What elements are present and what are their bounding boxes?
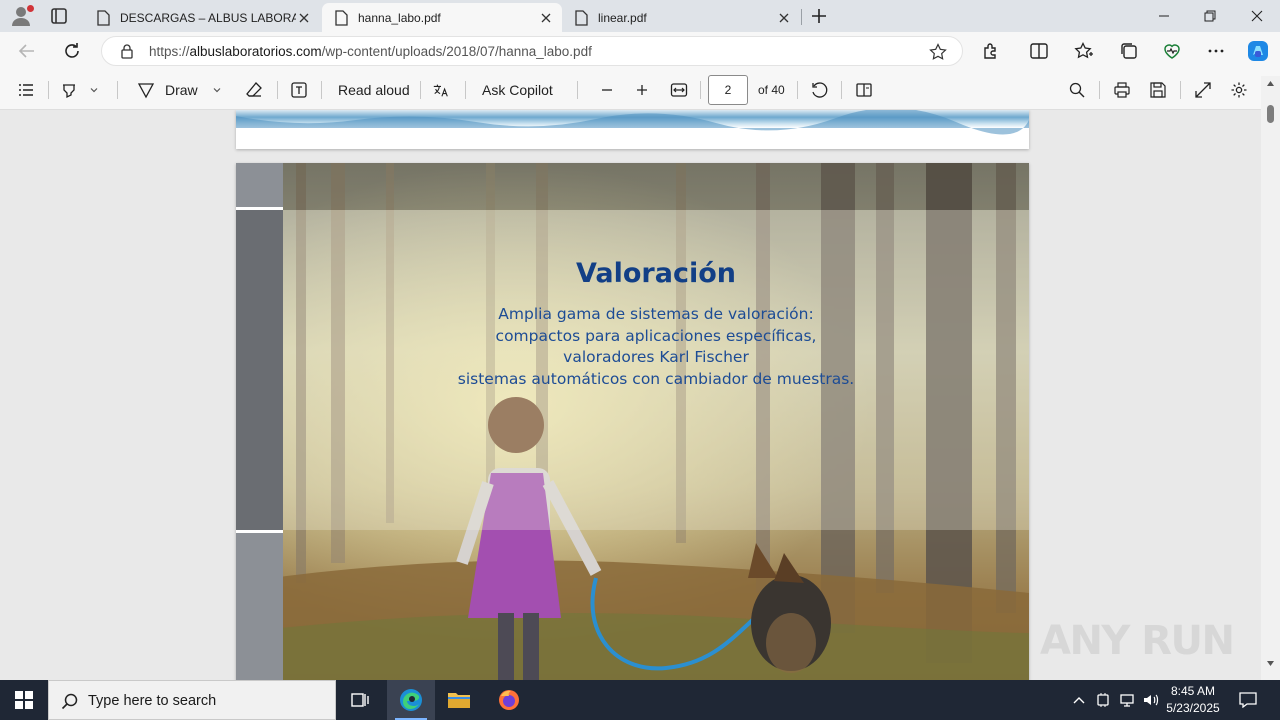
watermark-text: ANY RUN <box>1040 618 1235 664</box>
page-view-icon[interactable] <box>855 70 873 110</box>
contents-icon[interactable] <box>17 70 35 110</box>
chevron-up-icon[interactable] <box>1068 680 1090 720</box>
network-icon[interactable] <box>1116 680 1138 720</box>
translate-icon[interactable] <box>432 70 450 110</box>
copilot-icon[interactable] <box>1246 39 1270 63</box>
windows-start-icon[interactable] <box>0 680 48 720</box>
taskbar-search[interactable]: Type here to search <box>48 680 336 720</box>
tab-actions-icon[interactable] <box>48 6 70 26</box>
read-aloud-label: Read aloud <box>338 82 410 98</box>
tab-title: hanna_labo.pdf <box>358 10 441 25</box>
highlight-icon[interactable] <box>60 70 78 110</box>
draw-icon <box>137 83 155 99</box>
rotate-icon[interactable] <box>810 70 828 110</box>
body-line: sistemas automáticos con cambiador de mu… <box>457 369 855 388</box>
minimize-icon[interactable] <box>1141 0 1187 32</box>
more-icon[interactable] <box>1206 41 1226 61</box>
page-total: of 40 <box>758 83 785 97</box>
close-icon[interactable] <box>538 10 554 26</box>
url-scheme: https:// <box>149 44 190 59</box>
read-aloud-button[interactable]: Read aloud <box>338 70 410 110</box>
pdf-viewer[interactable]: Valoración Amplia gama de sistemas de va… <box>0 110 1261 680</box>
url-host: albuslaboratorios.com <box>189 44 322 59</box>
extensions-icon[interactable] <box>981 41 1001 61</box>
device-icon[interactable] <box>1094 680 1112 720</box>
clock-time: 8:45 AM <box>1170 684 1216 698</box>
profile-icon[interactable] <box>10 5 34 27</box>
pdf-page-2: Valoración Amplia gama de sistemas de va… <box>236 163 1029 680</box>
volume-icon[interactable] <box>1140 680 1162 720</box>
search-placeholder: Type here to search <box>88 693 217 709</box>
document-icon <box>97 9 110 26</box>
ask-copilot-button[interactable]: Ask Copilot <box>482 70 553 110</box>
body-line: compactos para aplicaciones específicas, <box>495 326 817 345</box>
close-icon[interactable] <box>1234 0 1280 32</box>
pdf-toolbar: Draw Read aloud Ask Copilot of 40 <box>0 70 1280 110</box>
settings-icon[interactable] <box>1230 70 1248 110</box>
url-path: /wp-content/uploads/2018/07/hanna_labo.p… <box>321 44 592 59</box>
text-icon[interactable] <box>290 70 308 110</box>
anyrun-watermark: ANY RUN <box>1040 618 1235 664</box>
ask-copilot-label: Ask Copilot <box>482 82 553 98</box>
body-line: Amplia gama de sistemas de valoración: <box>498 305 814 323</box>
page-body-text: Amplia gama de sistemas de valoración: c… <box>283 304 1029 390</box>
tab-descargas[interactable]: DESCARGAS – ALBUS LABORATORIOS <box>84 3 320 32</box>
scroll-up-icon[interactable] <box>1266 79 1275 88</box>
draw-button[interactable]: Draw <box>137 70 198 110</box>
save-icon[interactable] <box>1149 70 1167 110</box>
chevron-down-icon[interactable] <box>89 70 99 110</box>
tab-title: DESCARGAS – ALBUS LABORATORIOS <box>120 10 296 25</box>
performance-icon[interactable] <box>1162 41 1182 61</box>
zoom-in-icon[interactable] <box>633 70 651 110</box>
url-text[interactable]: https://albuslaboratorios.com/wp-content… <box>149 44 592 59</box>
favorites-icon[interactable] <box>1074 41 1094 61</box>
print-icon[interactable] <box>1113 70 1131 110</box>
tab-strip: DESCARGAS – ALBUS LABORATORIOS hanna_lab… <box>0 0 1280 32</box>
zoom-out-icon[interactable] <box>598 70 616 110</box>
search-icon <box>61 693 78 710</box>
vertical-scrollbar[interactable] <box>1261 76 1280 680</box>
fullscreen-icon[interactable] <box>1194 70 1212 110</box>
page-heading: Valoración <box>575 258 736 289</box>
close-icon[interactable] <box>776 10 792 26</box>
new-tab-icon[interactable] <box>808 5 830 27</box>
search-icon[interactable] <box>1068 70 1086 110</box>
lock-icon[interactable] <box>119 43 135 59</box>
taskbar: Type here to search 8:45 AM 5/23/2025 <box>0 680 1280 720</box>
notifications-icon[interactable] <box>1234 680 1262 720</box>
close-icon[interactable] <box>296 10 312 26</box>
tab-title: linear.pdf <box>598 10 647 25</box>
split-screen-icon[interactable] <box>1029 41 1049 61</box>
forest-photo <box>236 163 1029 680</box>
back-icon[interactable] <box>17 41 37 61</box>
tab-hanna-labo[interactable]: hanna_labo.pdf <box>322 3 562 32</box>
edge-icon[interactable] <box>387 680 435 720</box>
chevron-down-icon[interactable] <box>212 70 222 110</box>
draw-label: Draw <box>165 82 198 98</box>
firefox-icon[interactable] <box>485 680 533 720</box>
body-line: valoradores Karl Fischer <box>563 348 749 366</box>
address-bar[interactable]: https://albuslaboratorios.com/wp-content… <box>101 36 963 66</box>
pdf-page-1 <box>236 110 1029 149</box>
tab-divider <box>801 9 802 25</box>
system-clock[interactable]: 8:45 AM 5/23/2025 <box>1160 683 1226 717</box>
fit-width-icon[interactable] <box>670 70 688 110</box>
scrollbar-thumb[interactable] <box>1267 105 1274 123</box>
favorite-star-icon[interactable] <box>929 43 947 61</box>
collections-icon[interactable] <box>1119 41 1139 61</box>
refresh-icon[interactable] <box>62 41 82 61</box>
task-view-icon[interactable] <box>336 680 384 720</box>
file-explorer-icon[interactable] <box>435 680 483 720</box>
page-1-photo-strip <box>236 110 1029 135</box>
restore-icon[interactable] <box>1187 0 1233 32</box>
document-icon <box>575 9 588 26</box>
page-number-input[interactable]: 2 <box>708 75 748 105</box>
scroll-down-icon[interactable] <box>1266 659 1275 668</box>
eraser-icon[interactable] <box>245 70 263 110</box>
tab-linear[interactable]: linear.pdf <box>562 3 800 32</box>
document-icon <box>335 9 348 26</box>
clock-date: 5/23/2025 <box>1166 701 1220 715</box>
